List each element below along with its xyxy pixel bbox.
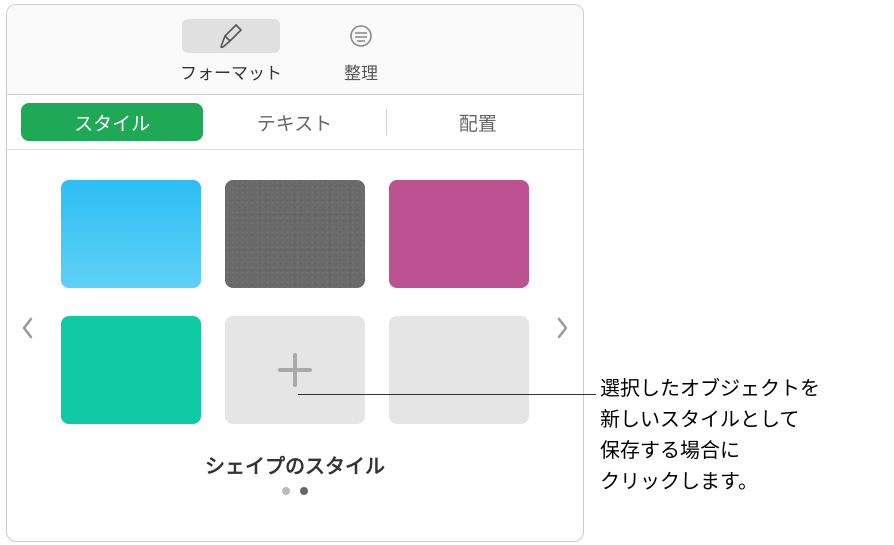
- style-swatch-gray-texture[interactable]: [225, 180, 365, 288]
- page-dot-1[interactable]: [282, 487, 290, 495]
- style-swatch-magenta[interactable]: [389, 180, 529, 288]
- format-icon-wrap: [182, 19, 280, 53]
- add-style-button[interactable]: [225, 316, 365, 424]
- callout-text: 選択したオブジェクトを 新しいスタイルとして 保存する場合に クリックします。: [600, 374, 820, 498]
- callout-line-4: クリックします。: [600, 471, 758, 493]
- tabs-row: スタイル テキスト 配置: [7, 95, 583, 150]
- chevron-left-icon: [21, 316, 35, 340]
- arrange-tab[interactable]: 整理: [312, 19, 410, 84]
- style-swatch-blue[interactable]: [61, 180, 201, 288]
- inspector-panel: フォーマット 整理 スタイル テキスト 配置: [6, 4, 584, 542]
- format-tab[interactable]: フォーマット: [180, 19, 282, 84]
- tab-text[interactable]: テキスト: [203, 103, 385, 141]
- toolbar-top: フォーマット 整理: [7, 5, 583, 95]
- arrange-icon: [347, 22, 375, 50]
- tab-style[interactable]: スタイル: [21, 103, 203, 141]
- plus-icon: [272, 347, 318, 393]
- format-label: フォーマット: [180, 59, 282, 84]
- callout-leader-line: [298, 394, 596, 395]
- page-indicator: [27, 487, 563, 495]
- prev-page-arrow[interactable]: [13, 308, 43, 348]
- styles-area: シェイプのスタイル: [7, 150, 583, 505]
- callout-line-2: 新しいスタイルとして: [600, 409, 799, 431]
- page-dot-2[interactable]: [300, 487, 308, 495]
- arrange-icon-wrap: [312, 19, 410, 53]
- callout-line-3: 保存する場合に: [600, 440, 740, 462]
- arrange-label: 整理: [344, 59, 378, 84]
- paintbrush-icon: [217, 22, 245, 50]
- chevron-right-icon: [555, 316, 569, 340]
- section-title: シェイプのスタイル: [27, 450, 563, 479]
- next-page-arrow[interactable]: [547, 308, 577, 348]
- style-swatch-teal[interactable]: [61, 316, 201, 424]
- styles-grid: [27, 180, 563, 424]
- callout-line-1: 選択したオブジェクトを: [600, 378, 820, 400]
- tab-layout[interactable]: 配置: [387, 103, 569, 141]
- style-swatch-empty[interactable]: [389, 316, 529, 424]
